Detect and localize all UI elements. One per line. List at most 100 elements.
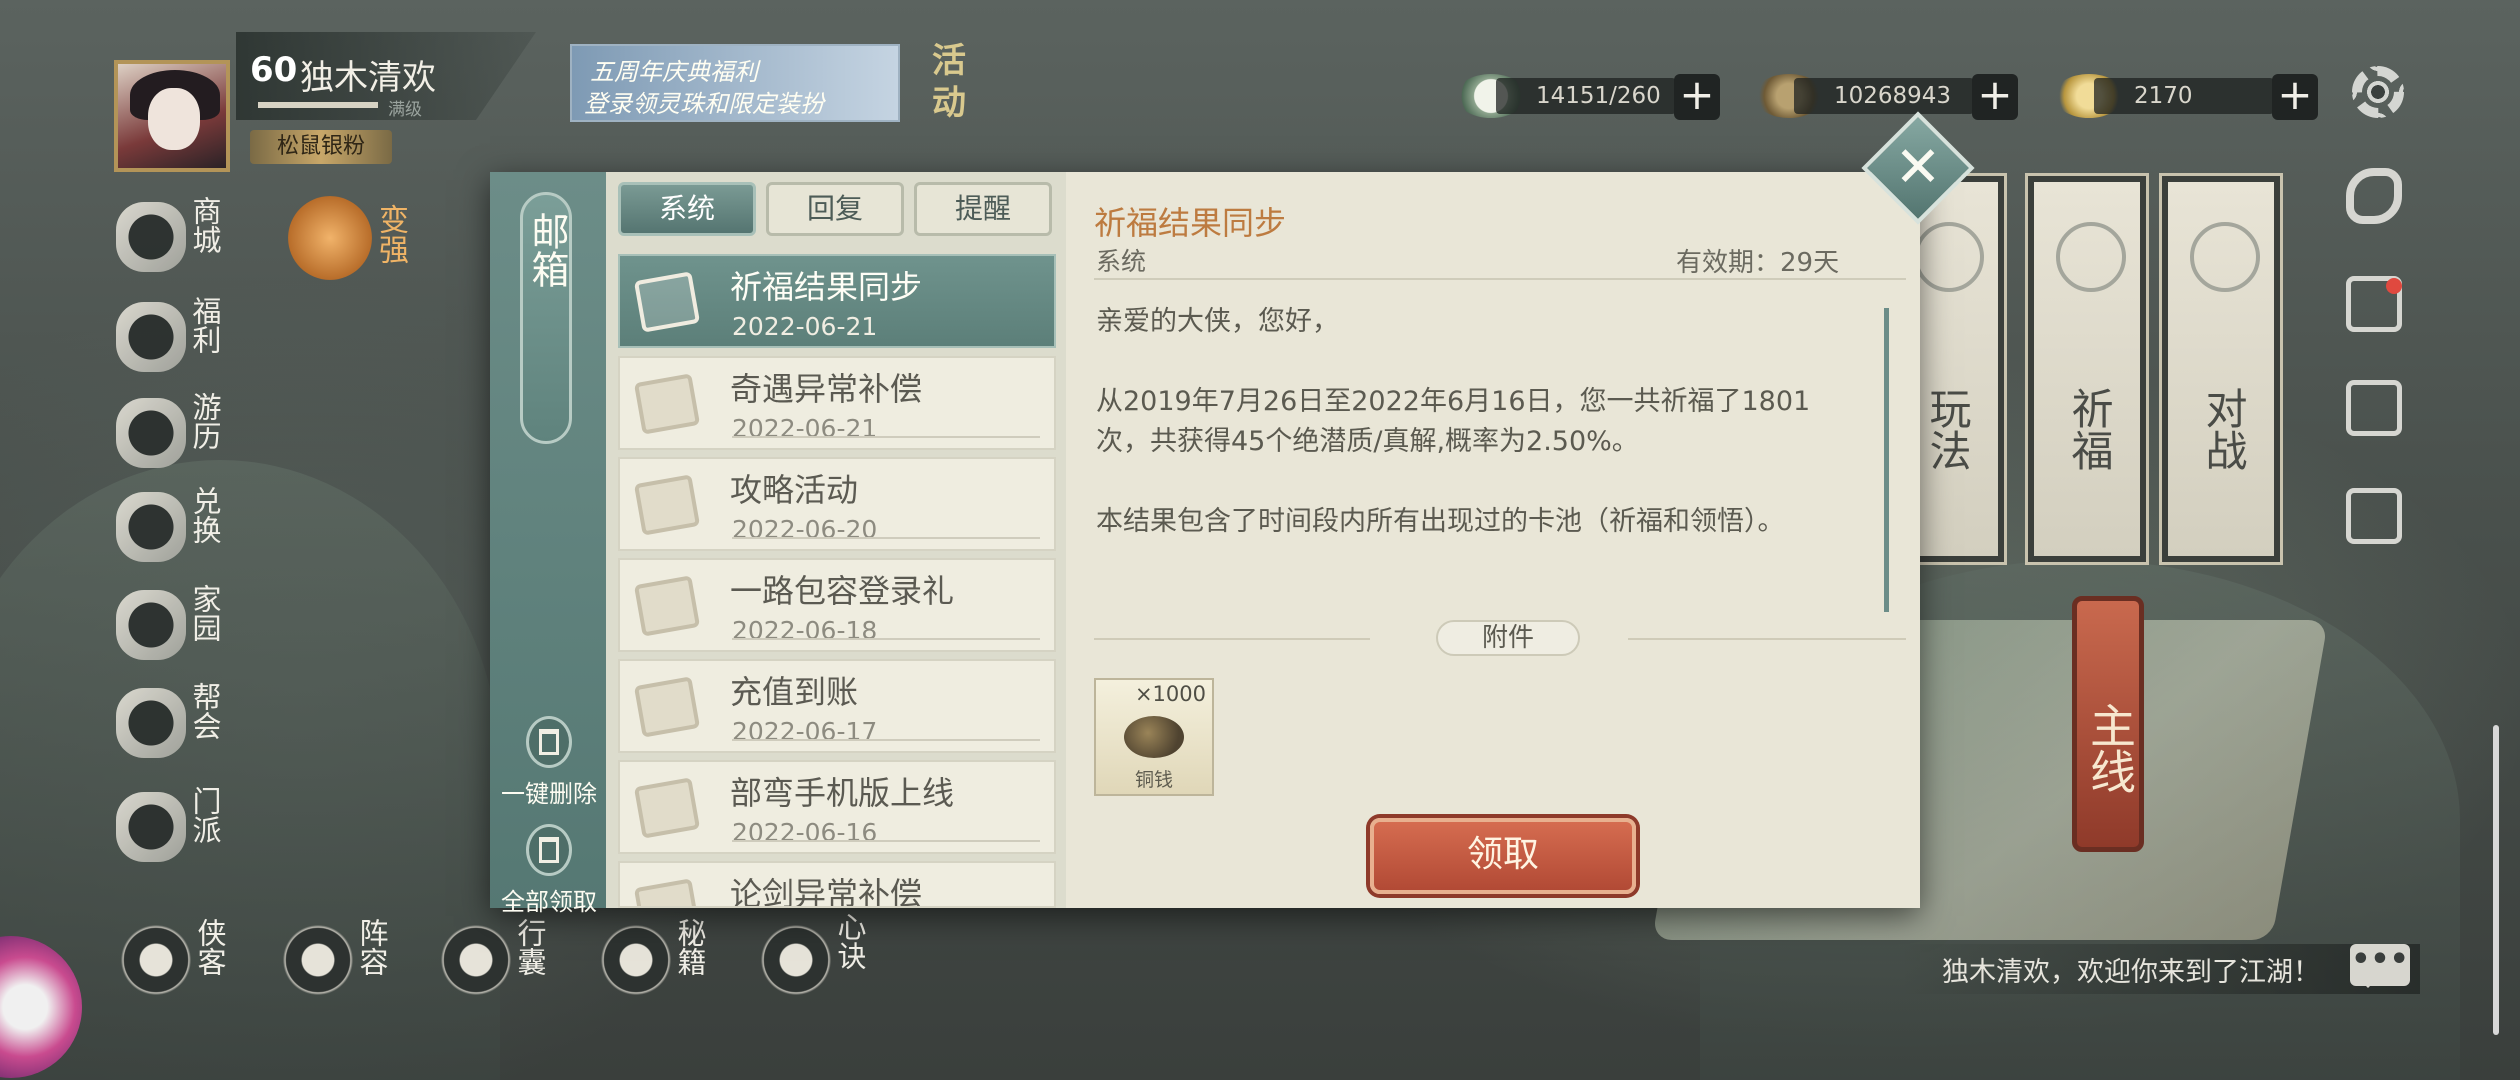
copper-coin-icon bbox=[1124, 716, 1184, 758]
menu-travel[interactable]: 游历 bbox=[116, 388, 226, 474]
add-copper-button[interactable]: + bbox=[1972, 74, 2018, 120]
mail-item[interactable]: 奇遇异常补偿 2022-06-21 bbox=[618, 356, 1056, 450]
menu-strengthen[interactable]: 变强 bbox=[288, 196, 428, 286]
mail-date: 2022-06-21 bbox=[732, 414, 878, 443]
checklist-icon[interactable] bbox=[2346, 488, 2402, 544]
item-rule bbox=[732, 537, 1040, 539]
mail-item[interactable]: 祈福结果同步 2022-06-21 bbox=[618, 254, 1056, 348]
tab-reminder[interactable]: 提醒 bbox=[914, 182, 1052, 236]
resource-value: 14151/260 bbox=[1496, 78, 1676, 114]
item-rule bbox=[732, 638, 1040, 640]
menu-label: 阵容 bbox=[355, 918, 389, 976]
claim-all-icon bbox=[526, 824, 572, 876]
bottom-menu-formation[interactable]: 阵容 bbox=[278, 912, 418, 1012]
notification-dot bbox=[2386, 278, 2402, 294]
add-gold-button[interactable]: + bbox=[2272, 74, 2318, 120]
exp-bar bbox=[258, 102, 378, 108]
delete-all-button[interactable]: 一键删除 bbox=[492, 716, 606, 808]
chat-icon[interactable]: ••• bbox=[2350, 944, 2410, 988]
menu-home[interactable]: 家园 bbox=[116, 580, 226, 666]
mail-subject: 充值到账 bbox=[730, 673, 859, 711]
menu-guild[interactable]: 帮会 bbox=[116, 678, 226, 764]
menu-label: 侠客 bbox=[193, 918, 227, 976]
detail-divider bbox=[1094, 278, 1906, 280]
event-tag[interactable]: 活动 bbox=[916, 40, 982, 128]
mail-item[interactable]: 论剑异常补偿 bbox=[618, 861, 1056, 908]
menu-welfare[interactable]: 福利 bbox=[116, 292, 226, 378]
mail-title: 邮箱 bbox=[525, 212, 569, 288]
resource-gold: 2170 + bbox=[2054, 74, 2344, 120]
guild-icon bbox=[116, 688, 186, 758]
resource-value: 2170 bbox=[2094, 78, 2274, 114]
fist-icon[interactable] bbox=[2346, 168, 2402, 224]
bottom-menu-hero[interactable]: 侠客 bbox=[116, 912, 256, 1012]
sect-icon bbox=[116, 792, 186, 862]
mind-art-icon bbox=[756, 920, 836, 1000]
mail-item[interactable]: 充值到账 2022-06-17 bbox=[618, 659, 1056, 753]
mail-date: 2022-06-18 bbox=[732, 616, 878, 645]
envelope-icon bbox=[633, 777, 701, 839]
menu-exchange[interactable]: 兑换 bbox=[116, 482, 226, 568]
resource-copper: 10268943 + bbox=[1754, 74, 2044, 120]
welcome-message: 独木清欢，欢迎你来到了江湖！ bbox=[1942, 957, 2320, 988]
player-avatar[interactable] bbox=[114, 60, 230, 172]
menu-shop[interactable]: 商城 bbox=[116, 192, 226, 278]
welfare-icon bbox=[116, 302, 186, 372]
event-line-2: 登录领灵珠和限定装扮 bbox=[584, 90, 824, 118]
resource-value: 10268943 bbox=[1794, 78, 1974, 114]
attachment-name: 铜钱 bbox=[1134, 769, 1173, 791]
menu-label: 家园 bbox=[188, 584, 222, 642]
menu-label: 门派 bbox=[188, 786, 222, 844]
player-level: 60 bbox=[250, 50, 298, 90]
mail-subject: 一路包容登录礼 bbox=[730, 572, 955, 610]
tab-system[interactable]: 系统 bbox=[618, 182, 756, 236]
envelope-icon bbox=[633, 878, 701, 906]
item-rule bbox=[732, 739, 1040, 741]
scroll-label: 祈福 bbox=[2065, 387, 2114, 471]
envelope-icon bbox=[633, 676, 701, 738]
tab-reply[interactable]: 回复 bbox=[766, 182, 904, 236]
menu-label: 福利 bbox=[188, 296, 222, 354]
menu-label: 心诀 bbox=[833, 912, 867, 970]
home-icon bbox=[116, 590, 186, 660]
mail-item[interactable]: 部弯手机版上线 2022-06-16 bbox=[618, 760, 1056, 854]
menu-label: 兑换 bbox=[188, 486, 222, 544]
attachment-label: 附件 bbox=[1436, 620, 1580, 656]
bottom-menu-secret-book[interactable]: 秘籍 bbox=[596, 912, 736, 1012]
mail-detail-sender: 系统 bbox=[1096, 247, 1147, 276]
menu-label: 游历 bbox=[188, 392, 222, 450]
exchange-icon bbox=[116, 492, 186, 562]
menu-sect[interactable]: 门派 bbox=[116, 782, 226, 868]
scroll-battle[interactable]: 对战 bbox=[2162, 176, 2280, 562]
mail-date: 2022-06-21 bbox=[732, 312, 878, 341]
mail-detail-title: 祈福结果同步 bbox=[1094, 204, 1287, 242]
close-icon[interactable]: ✕ bbox=[1878, 132, 1958, 204]
mail-date: 2022-06-17 bbox=[732, 717, 878, 746]
mail-date: 2022-06-16 bbox=[732, 818, 878, 847]
mail-item[interactable]: 一路包容登录礼 2022-06-18 bbox=[618, 558, 1056, 652]
mail-subject: 攻略活动 bbox=[730, 471, 859, 509]
add-jade-button[interactable]: + bbox=[1674, 74, 1720, 120]
detail-scrollbar[interactable] bbox=[1884, 308, 1889, 612]
mail-subject: 论剑异常补偿 bbox=[730, 875, 923, 908]
bottom-menu-bag[interactable]: 行囊 bbox=[436, 912, 576, 1012]
mail-detail-body: 亲爱的大侠，您好， 从2019年7月26日至2022年6月16日，您一共祈福了1… bbox=[1096, 306, 1811, 537]
attachment-rule-right bbox=[1628, 638, 1906, 640]
attachment-qty: ×1000 bbox=[1134, 682, 1206, 706]
claim-button[interactable]: 领取 bbox=[1370, 818, 1636, 894]
main-quest-button[interactable]: 主线 bbox=[2072, 596, 2144, 852]
bottom-menu-mind-art[interactable]: 心诀 bbox=[756, 912, 896, 1012]
gear-icon[interactable] bbox=[2352, 66, 2404, 118]
formation-icon bbox=[278, 920, 358, 1000]
claim-all-button[interactable]: 全部领取 bbox=[492, 824, 606, 916]
scroll-frame-icon[interactable] bbox=[2346, 380, 2402, 436]
avatar-face bbox=[148, 88, 200, 150]
scroll-label: 对战 bbox=[2199, 387, 2248, 471]
player-title-badge[interactable]: 松鼠银粉 bbox=[250, 130, 392, 164]
hero-icon bbox=[116, 920, 196, 1000]
mail-item[interactable]: 攻略活动 2022-06-20 bbox=[618, 457, 1056, 551]
menu-label: 变强 bbox=[373, 204, 408, 264]
lotus-icon bbox=[288, 196, 372, 280]
scroll-pray[interactable]: 祈福 bbox=[2028, 176, 2146, 562]
attachment-item[interactable]: ×1000 铜钱 bbox=[1094, 678, 1214, 796]
